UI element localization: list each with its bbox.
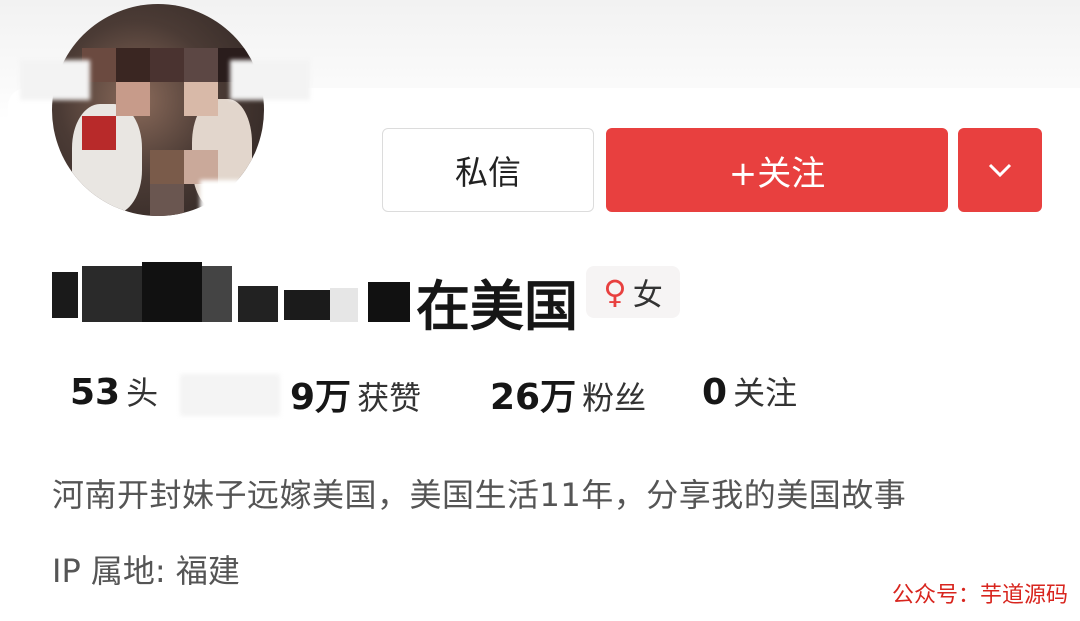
avatar-mosaic-block xyxy=(116,48,150,82)
profile-name: 在美国 xyxy=(52,262,578,338)
avatar-mosaic-block xyxy=(184,82,218,116)
female-icon: ♀ xyxy=(603,273,627,311)
avatar-mosaic-block xyxy=(150,48,184,82)
avatar-mosaic-block xyxy=(82,116,116,150)
redaction-smear xyxy=(200,180,260,220)
stat-likes[interactable]: 9万 获赞 xyxy=(290,368,421,420)
stat-following-label: 关注 xyxy=(733,374,798,412)
name-mosaic xyxy=(284,290,330,320)
name-mosaic xyxy=(52,272,78,318)
avatar-mosaic-block xyxy=(184,150,218,184)
stat-following[interactable]: 0 关注 xyxy=(702,368,797,414)
stat-posts[interactable]: 53 头 xyxy=(70,368,158,414)
stat-following-value: 0 xyxy=(702,372,728,413)
stats-row: 53 头 9万 获赞 26万 粉丝 0 关注 xyxy=(0,368,1080,418)
name-mosaic xyxy=(368,282,410,322)
follow-button[interactable]: +关注 xyxy=(606,128,948,212)
profile-name-visible: 在美国 xyxy=(416,275,578,338)
profile-bio: 河南开封妹子远嫁美国，美国生活11年，分享我的美国故事 xyxy=(52,476,907,514)
watermark: 公众号：芋道源码 xyxy=(891,583,1068,608)
name-mosaic xyxy=(202,266,232,322)
ip-location: IP 属地: 福建 xyxy=(52,552,240,590)
name-mosaic xyxy=(330,288,358,322)
stat-posts-value: 53 xyxy=(70,372,121,413)
stat-fans[interactable]: 26万 粉丝 xyxy=(490,368,646,420)
stat-likes-value: 9万 xyxy=(290,377,352,418)
name-mosaic xyxy=(142,262,202,322)
avatar-mosaic-block xyxy=(150,184,184,216)
avatar-mosaic-block xyxy=(150,150,184,184)
gender-badge: ♀ 女 xyxy=(586,266,680,318)
name-mosaic xyxy=(82,266,142,322)
stat-posts-label: 头 xyxy=(126,374,159,412)
more-options-button[interactable] xyxy=(958,128,1042,212)
gender-label: 女 xyxy=(632,278,663,313)
chevron-down-icon xyxy=(988,163,1012,178)
name-mosaic xyxy=(238,286,278,322)
redaction-smear xyxy=(180,374,280,416)
message-button[interactable]: 私信 xyxy=(382,128,594,212)
avatar-mosaic-block xyxy=(184,48,218,82)
stat-fans-value: 26万 xyxy=(490,377,577,418)
avatar-mosaic-block xyxy=(116,82,150,116)
redaction-smear xyxy=(20,60,90,100)
redaction-smear xyxy=(230,60,310,100)
message-button-label: 私信 xyxy=(455,153,521,192)
follow-button-label: +关注 xyxy=(728,153,826,194)
stat-likes-label: 获赞 xyxy=(357,379,422,417)
stat-fans-label: 粉丝 xyxy=(582,379,647,417)
